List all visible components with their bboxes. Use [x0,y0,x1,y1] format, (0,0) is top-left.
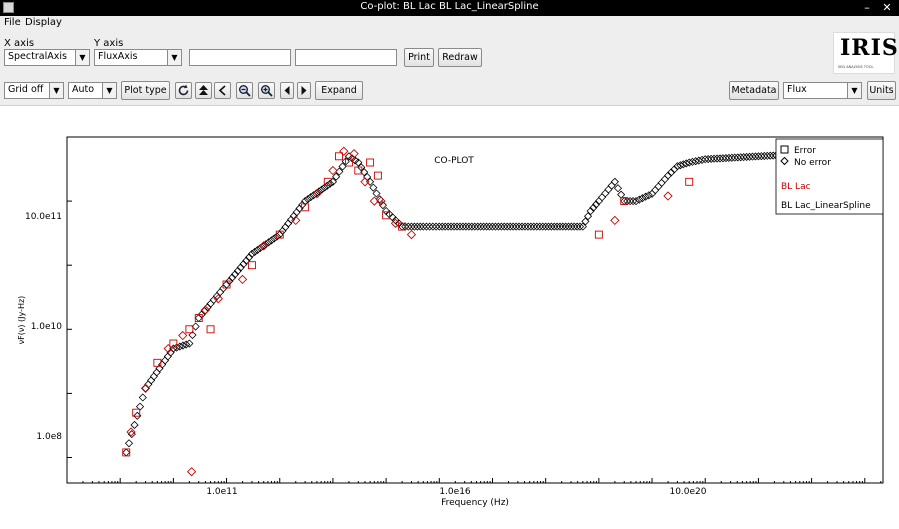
pan-left-icon[interactable] [214,82,231,99]
y-tick-label: 1.0e8 [36,432,62,442]
zoom-out-icon[interactable] [236,82,253,99]
move-left-icon[interactable] [280,82,294,99]
grid-select[interactable]: Grid off ▼ [4,82,64,99]
axis-toolbar: X axis Y axis SpectralAxis ▼ FluxAxis ▼ … [0,30,899,76]
x-tick-label: 1.0e11 [206,487,237,497]
minimize-icon[interactable]: – [860,1,874,15]
window-title: Co-plot: BL Lac BL Lac_LinearSpline [360,1,539,12]
logo-text: IRIS [840,35,899,61]
pan-up-icon[interactable] [195,82,212,99]
plot-type-button[interactable]: Plot type [121,81,170,100]
menu-bar: File Display [0,16,899,30]
menu-file[interactable]: File [4,17,21,28]
axis-field-2[interactable] [295,49,397,66]
iris-coplot-window: Co-plot: BL Lac BL Lac_LinearSpline – ✕ … [0,0,899,526]
print-button[interactable]: Print [404,48,434,67]
flux-select[interactable]: Flux ▼ [783,82,862,99]
legend: Error No error BL Lac BL Lac_LinearSplin… [775,138,884,215]
flux-select-value: Flux [787,84,807,95]
y-axis-select[interactable]: FluxAxis ▼ [94,49,182,66]
close-icon[interactable]: ✕ [880,1,894,15]
plot-area: CO-PLOT Frequency (Hz) νF(ν) (Jy-Hz) 1.0… [0,107,899,526]
refresh-icon[interactable] [175,82,192,99]
chevron-down-icon: ▼ [102,83,116,98]
title-bar: Co-plot: BL Lac BL Lac_LinearSpline – ✕ [0,0,899,16]
legend-linear-spline[interactable]: BL Lac_LinearSpline [781,201,871,211]
legend-bl-lac[interactable]: BL Lac [781,182,811,192]
iris-logo: IRIS SED ANALYSIS TOOL [833,32,898,74]
x-tick-label: 1.0e16 [439,487,471,497]
chevron-down-icon: ▼ [75,50,89,65]
x-tick-label: 10.0e20 [669,487,706,497]
chevron-down-icon: ▼ [847,83,861,98]
logo-subtitle: SED ANALYSIS TOOL [838,65,874,69]
zoom-in-icon[interactable] [258,82,275,99]
scale-select-value: Auto [72,84,95,95]
y-axis-value: FluxAxis [98,51,138,62]
chart-title: CO-PLOT [434,156,474,166]
axis-field-1[interactable] [189,49,291,66]
x-axis-value: SpectralAxis [8,51,67,62]
co-plot-chart[interactable]: CO-PLOT Frequency (Hz) νF(ν) (Jy-Hz) 1.0… [0,107,899,526]
move-right-icon[interactable] [297,82,311,99]
legend-no-error-label: No error [794,158,831,168]
scale-select[interactable]: Auto ▼ [68,82,117,99]
x-axis-label: X axis [4,38,35,49]
units-button[interactable]: Units [867,81,896,100]
y-axis-label: Y axis [94,38,124,49]
chevron-down-icon: ▼ [49,83,63,98]
y-axis-title: νF(ν) (Jy-Hz) [17,296,26,345]
y-tick-label: 10.0e11 [25,212,62,222]
chevron-down-icon: ▼ [167,50,181,65]
x-axis-title: Frequency (Hz) [441,498,509,508]
y-tick-label: 1.0e10 [31,322,63,332]
plot-frame [66,136,884,484]
redraw-button[interactable]: Redraw [438,48,482,67]
metadata-button[interactable]: Metadata [729,81,779,100]
x-axis-select[interactable]: SpectralAxis ▼ [4,49,90,66]
legend-error-label: Error [794,146,816,156]
expand-button[interactable]: Expand [315,81,363,100]
menu-display[interactable]: Display [25,17,62,28]
grid-select-value: Grid off [8,84,44,95]
plot-toolbar: Grid off ▼ Auto ▼ Plot type Expand Metad… [0,76,899,106]
